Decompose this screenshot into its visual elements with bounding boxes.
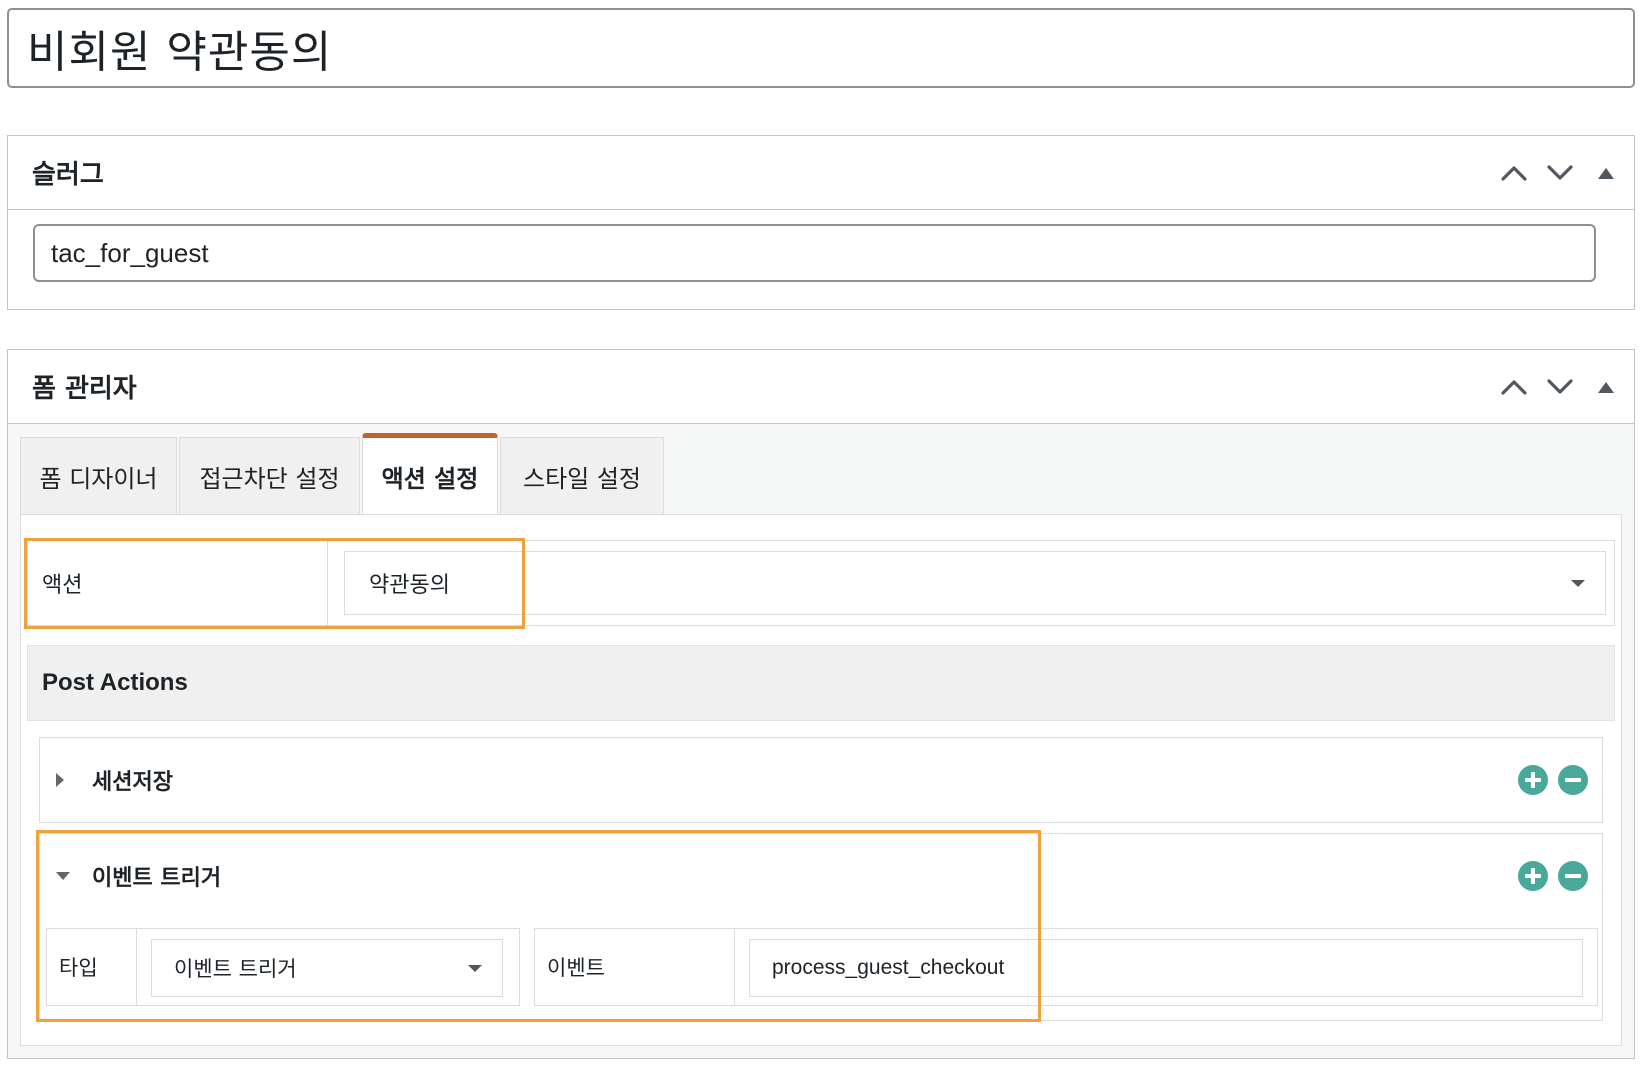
triangle-right-icon[interactable] [56, 773, 64, 787]
form-manager-metabox: 폼 관리자 폼 디자이너 접근차단 설정 액션 설정 스타일 설정 액션 약관동… [7, 349, 1635, 1059]
form-manager-title: 폼 관리자 [32, 374, 137, 404]
tab-action-settings[interactable]: 액션 설정 [362, 433, 498, 515]
action-select-value: 약관동의 [369, 573, 450, 598]
chevron-down-icon [1547, 164, 1573, 180]
action-settings-panel: 액션 약관동의 Post Actions 세션저장 이벤트 트리거 타입 이벤트… [20, 514, 1622, 1046]
post-title-field[interactable]: 비회원 약관동의 [7, 8, 1635, 88]
type-select[interactable]: 이벤트 트리거 [151, 939, 503, 997]
slug-metabox: 슬러그 tac_for_guest [7, 135, 1635, 310]
remove-action-button[interactable] [1558, 861, 1588, 891]
post-action-item-header[interactable]: 이벤트 트리거 [40, 834, 1602, 918]
chevron-up-icon [1501, 379, 1527, 395]
tab-form-designer[interactable]: 폼 디자이너 [20, 437, 177, 515]
form-manager-header: 폼 관리자 [8, 350, 1634, 424]
post-action-item: 세션저장 [39, 737, 1603, 823]
move-down-button[interactable] [1544, 157, 1576, 189]
type-label: 타입 [47, 929, 137, 1005]
post-action-title: 이벤트 트리거 [92, 866, 222, 891]
chevron-up-icon [1501, 165, 1527, 181]
tab-style-settings[interactable]: 스타일 설정 [500, 437, 664, 515]
event-field-group: 이벤트 process_guest_checkout [534, 928, 1598, 1006]
action-label: 액션 [28, 541, 328, 625]
slug-metabox-header: 슬러그 [8, 136, 1634, 210]
post-action-item: 이벤트 트리거 타입 이벤트 트리거 이벤트 process_guest_che… [39, 833, 1603, 1021]
type-select-value: 이벤트 트리거 [174, 957, 297, 981]
event-label: 이벤트 [535, 929, 735, 1005]
add-action-button[interactable] [1518, 861, 1548, 891]
triangle-up-icon [1598, 381, 1614, 393]
tab-access-block-settings[interactable]: 접근차단 설정 [179, 437, 360, 515]
form-manager-handle-actions [1498, 350, 1622, 423]
triangle-up-icon [1598, 167, 1614, 179]
move-up-button[interactable] [1498, 157, 1530, 189]
move-up-button[interactable] [1498, 371, 1530, 403]
toggle-panel-button[interactable] [1590, 157, 1622, 189]
form-manager-tabs: 폼 디자이너 접근차단 설정 액션 설정 스타일 설정 [20, 433, 666, 515]
slug-handle-actions [1498, 136, 1622, 209]
action-select[interactable]: 약관동의 [344, 551, 1606, 615]
remove-action-button[interactable] [1558, 765, 1588, 795]
post-action-title: 세션저장 [92, 770, 173, 795]
post-action-item-header[interactable]: 세션저장 [40, 738, 1602, 822]
post-title-input[interactable]: 비회원 약관동의 [27, 16, 332, 80]
slug-input[interactable]: tac_for_guest [33, 224, 1596, 282]
dropdown-caret-icon [1571, 580, 1585, 587]
dropdown-caret-icon [468, 965, 482, 972]
type-field-group: 타입 이벤트 트리거 [46, 928, 520, 1006]
post-actions-header: Post Actions [27, 645, 1615, 721]
action-row: 액션 약관동의 [27, 540, 1615, 626]
toggle-panel-button[interactable] [1590, 371, 1622, 403]
triangle-down-icon[interactable] [56, 872, 70, 880]
post-action-buttons [1518, 765, 1588, 795]
chevron-down-icon [1547, 378, 1573, 394]
event-input[interactable]: process_guest_checkout [749, 939, 1583, 997]
post-action-buttons [1518, 861, 1588, 891]
add-action-button[interactable] [1518, 765, 1548, 795]
slug-metabox-title: 슬러그 [32, 160, 104, 190]
move-down-button[interactable] [1544, 371, 1576, 403]
